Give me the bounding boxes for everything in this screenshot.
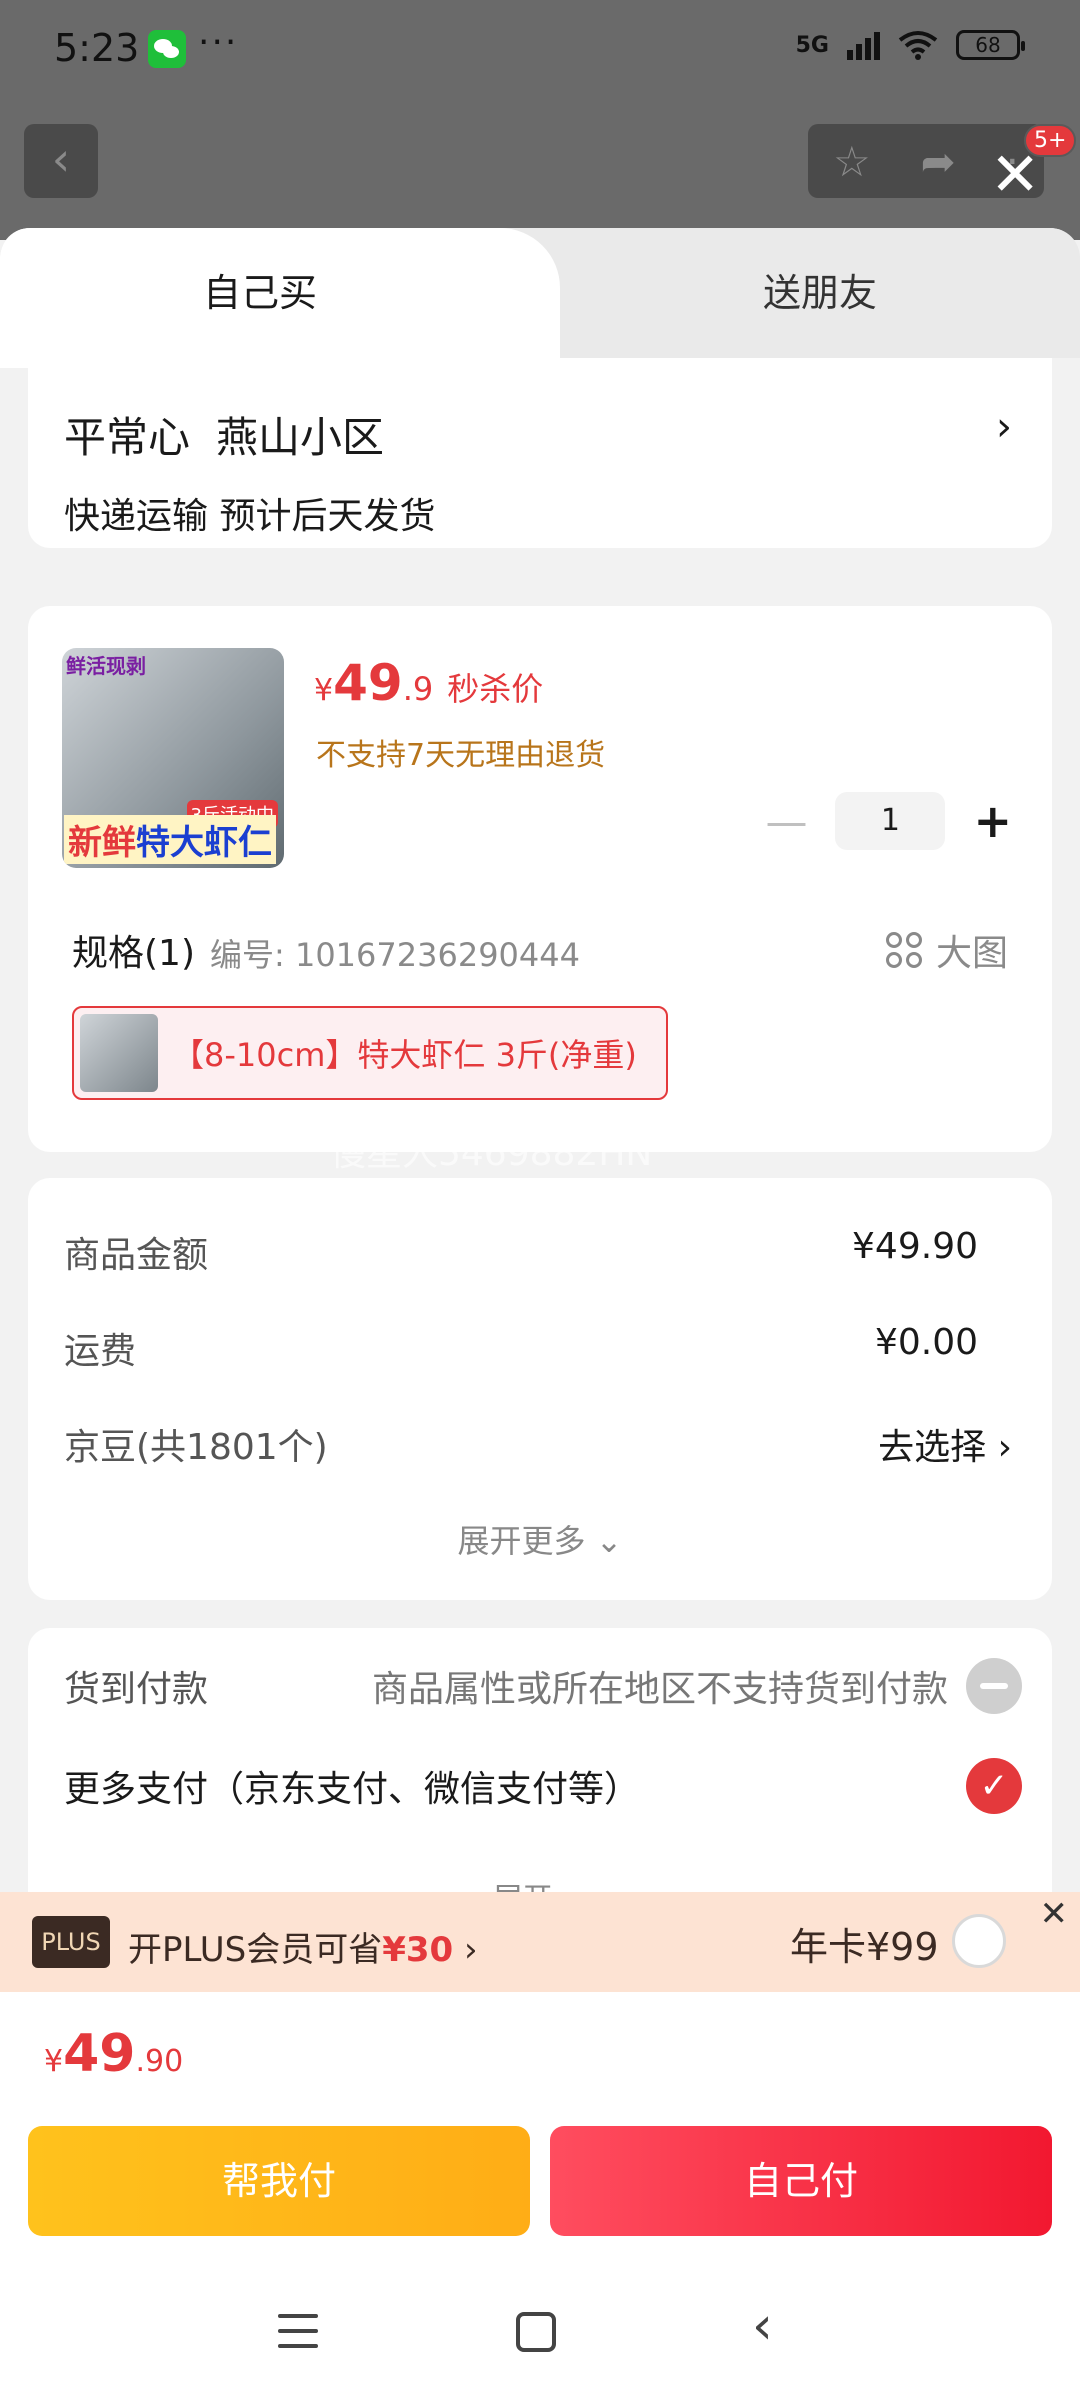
- variant-option[interactable]: 【8-10cm】特大虾仁 3斤(净重): [72, 1006, 668, 1100]
- fee-card: 商品金额 ¥49.90 运费 ¥0.00 京豆(共1801个) 去选择 › 展开更多 …: [28, 1178, 1052, 1600]
- more-notifications-icon: ···: [198, 22, 239, 63]
- delivery-info: 快递运输 预计后天发货: [64, 496, 436, 537]
- quantity-input[interactable]: 1: [835, 792, 946, 850]
- variant-label: 【8-10cm】特大虾仁 3斤(净重): [172, 1036, 637, 1074]
- fee-row-goods: 商品金额 ¥49.90: [64, 1226, 978, 1276]
- payment-more-row[interactable]: 更多支付（京东支付、微信支付等） ✓: [64, 1758, 1022, 1814]
- address-card[interactable]: 平常心 燕山小区 › 快递运输 预计后天发货: [28, 358, 1052, 548]
- checkout-footer: ¥49.90 帮我付 自己付 ‹: [0, 1992, 1080, 2400]
- tab-gift-friend[interactable]: 送朋友: [600, 228, 1040, 358]
- wechat-icon: [148, 30, 186, 68]
- variant-thumb: [80, 1014, 158, 1092]
- plus-banner[interactable]: PLUS 开PLUS会员可省¥30 › 年卡¥99 ✕: [0, 1892, 1080, 1992]
- total-price: ¥49.90: [44, 2024, 184, 2084]
- checked-radio-icon[interactable]: ✓: [966, 1758, 1022, 1814]
- thumb-tag: 鲜活现剥: [66, 654, 146, 678]
- spec-number: 编号: 10167236290444: [210, 936, 580, 974]
- close-icon[interactable]: ✕: [1040, 1894, 1069, 1934]
- close-sheet-button[interactable]: ✕: [990, 145, 1040, 205]
- choose-jingdou-link: 去选择 ›: [878, 1427, 1012, 1468]
- status-bar: 5:23 ··· 5G 68: [0, 0, 1080, 100]
- plus-year-card: 年卡¥99: [790, 1925, 939, 1969]
- self-pay-button[interactable]: 自己付: [550, 2126, 1052, 2236]
- help-pay-button[interactable]: 帮我付: [28, 2126, 530, 2236]
- plus-button[interactable]: +: [973, 794, 1012, 848]
- share-icon[interactable]: ➦: [921, 137, 956, 186]
- product-image[interactable]: 鲜活现剥 3斤活动中 新鲜特大虾仁: [62, 648, 284, 868]
- spec-label: 规格(1): [72, 933, 195, 974]
- back-icon[interactable]: ‹: [752, 2296, 773, 2356]
- wifi-icon: [898, 30, 938, 60]
- address-area: 燕山小区: [216, 413, 385, 462]
- big-image-label: 大图: [935, 933, 1008, 974]
- cod-note: 商品属性或所在地区不支持货到付款: [371, 1669, 948, 1710]
- payment-card: 货到付款 商品属性或所在地区不支持货到付款 更多支付（京东支付、微信支付等） ✓…: [28, 1628, 1052, 1928]
- expand-more-button[interactable]: 展开更多 ⌄: [28, 1516, 1052, 1562]
- network-type: 5G: [795, 32, 829, 58]
- tab-self-buy[interactable]: 自己买: [0, 228, 560, 368]
- back-button[interactable]: ‹: [24, 124, 98, 198]
- home-icon[interactable]: [516, 2312, 556, 2352]
- fee-row-shipping: 运费 ¥0.00: [64, 1322, 978, 1372]
- more-pay-label: 更多支付（京东支付、微信支付等）: [64, 1769, 641, 1810]
- minus-button[interactable]: —: [765, 797, 807, 846]
- watermark: 慢星人5469882HN: [330, 1133, 653, 1174]
- favorite-icon[interactable]: ☆: [833, 137, 871, 186]
- disabled-radio-icon: [966, 1658, 1022, 1714]
- plus-offer-text: 开PLUS会员可省¥30 ›: [128, 1930, 478, 1970]
- cod-label: 货到付款: [64, 1669, 209, 1710]
- tabs: 自己买 送朋友: [0, 228, 1080, 368]
- big-image-button[interactable]: 大图: [885, 924, 1008, 976]
- price-tip: 秒杀价: [447, 670, 544, 708]
- receiver-name: 平常心: [64, 413, 191, 462]
- no-return-note: 不支持7天无理由退货: [316, 738, 606, 773]
- menu-icon[interactable]: [278, 2314, 318, 2348]
- product-card: 鲜活现剥 3斤活动中 新鲜特大虾仁 ¥49.9秒杀价 不支持7天无理由退货 — …: [28, 606, 1052, 1152]
- battery-icon: 68: [956, 30, 1025, 60]
- fee-row-jingdou[interactable]: 京豆(共1801个) 去选择 ›: [64, 1418, 1012, 1470]
- chevron-right-icon: ›: [996, 404, 1012, 450]
- system-nav-bar: ‹: [0, 2278, 1080, 2400]
- signal-icon: [847, 30, 880, 60]
- status-icons: 5G 68: [795, 30, 1025, 60]
- plus-badge: PLUS: [32, 1916, 110, 1968]
- product-price: ¥49.9 秒杀价: [314, 654, 544, 712]
- address-name: 平常心 燕山小区: [64, 404, 1016, 465]
- quantity-stepper: — 1 +: [765, 792, 1012, 850]
- grid-icon: [885, 932, 922, 968]
- payment-cod-row: 货到付款 商品属性或所在地区不支持货到付款: [64, 1658, 1022, 1714]
- status-time: 5:23: [54, 26, 140, 70]
- thumb-title: 新鲜特大虾仁: [64, 815, 276, 864]
- plus-radio[interactable]: [952, 1914, 1006, 1968]
